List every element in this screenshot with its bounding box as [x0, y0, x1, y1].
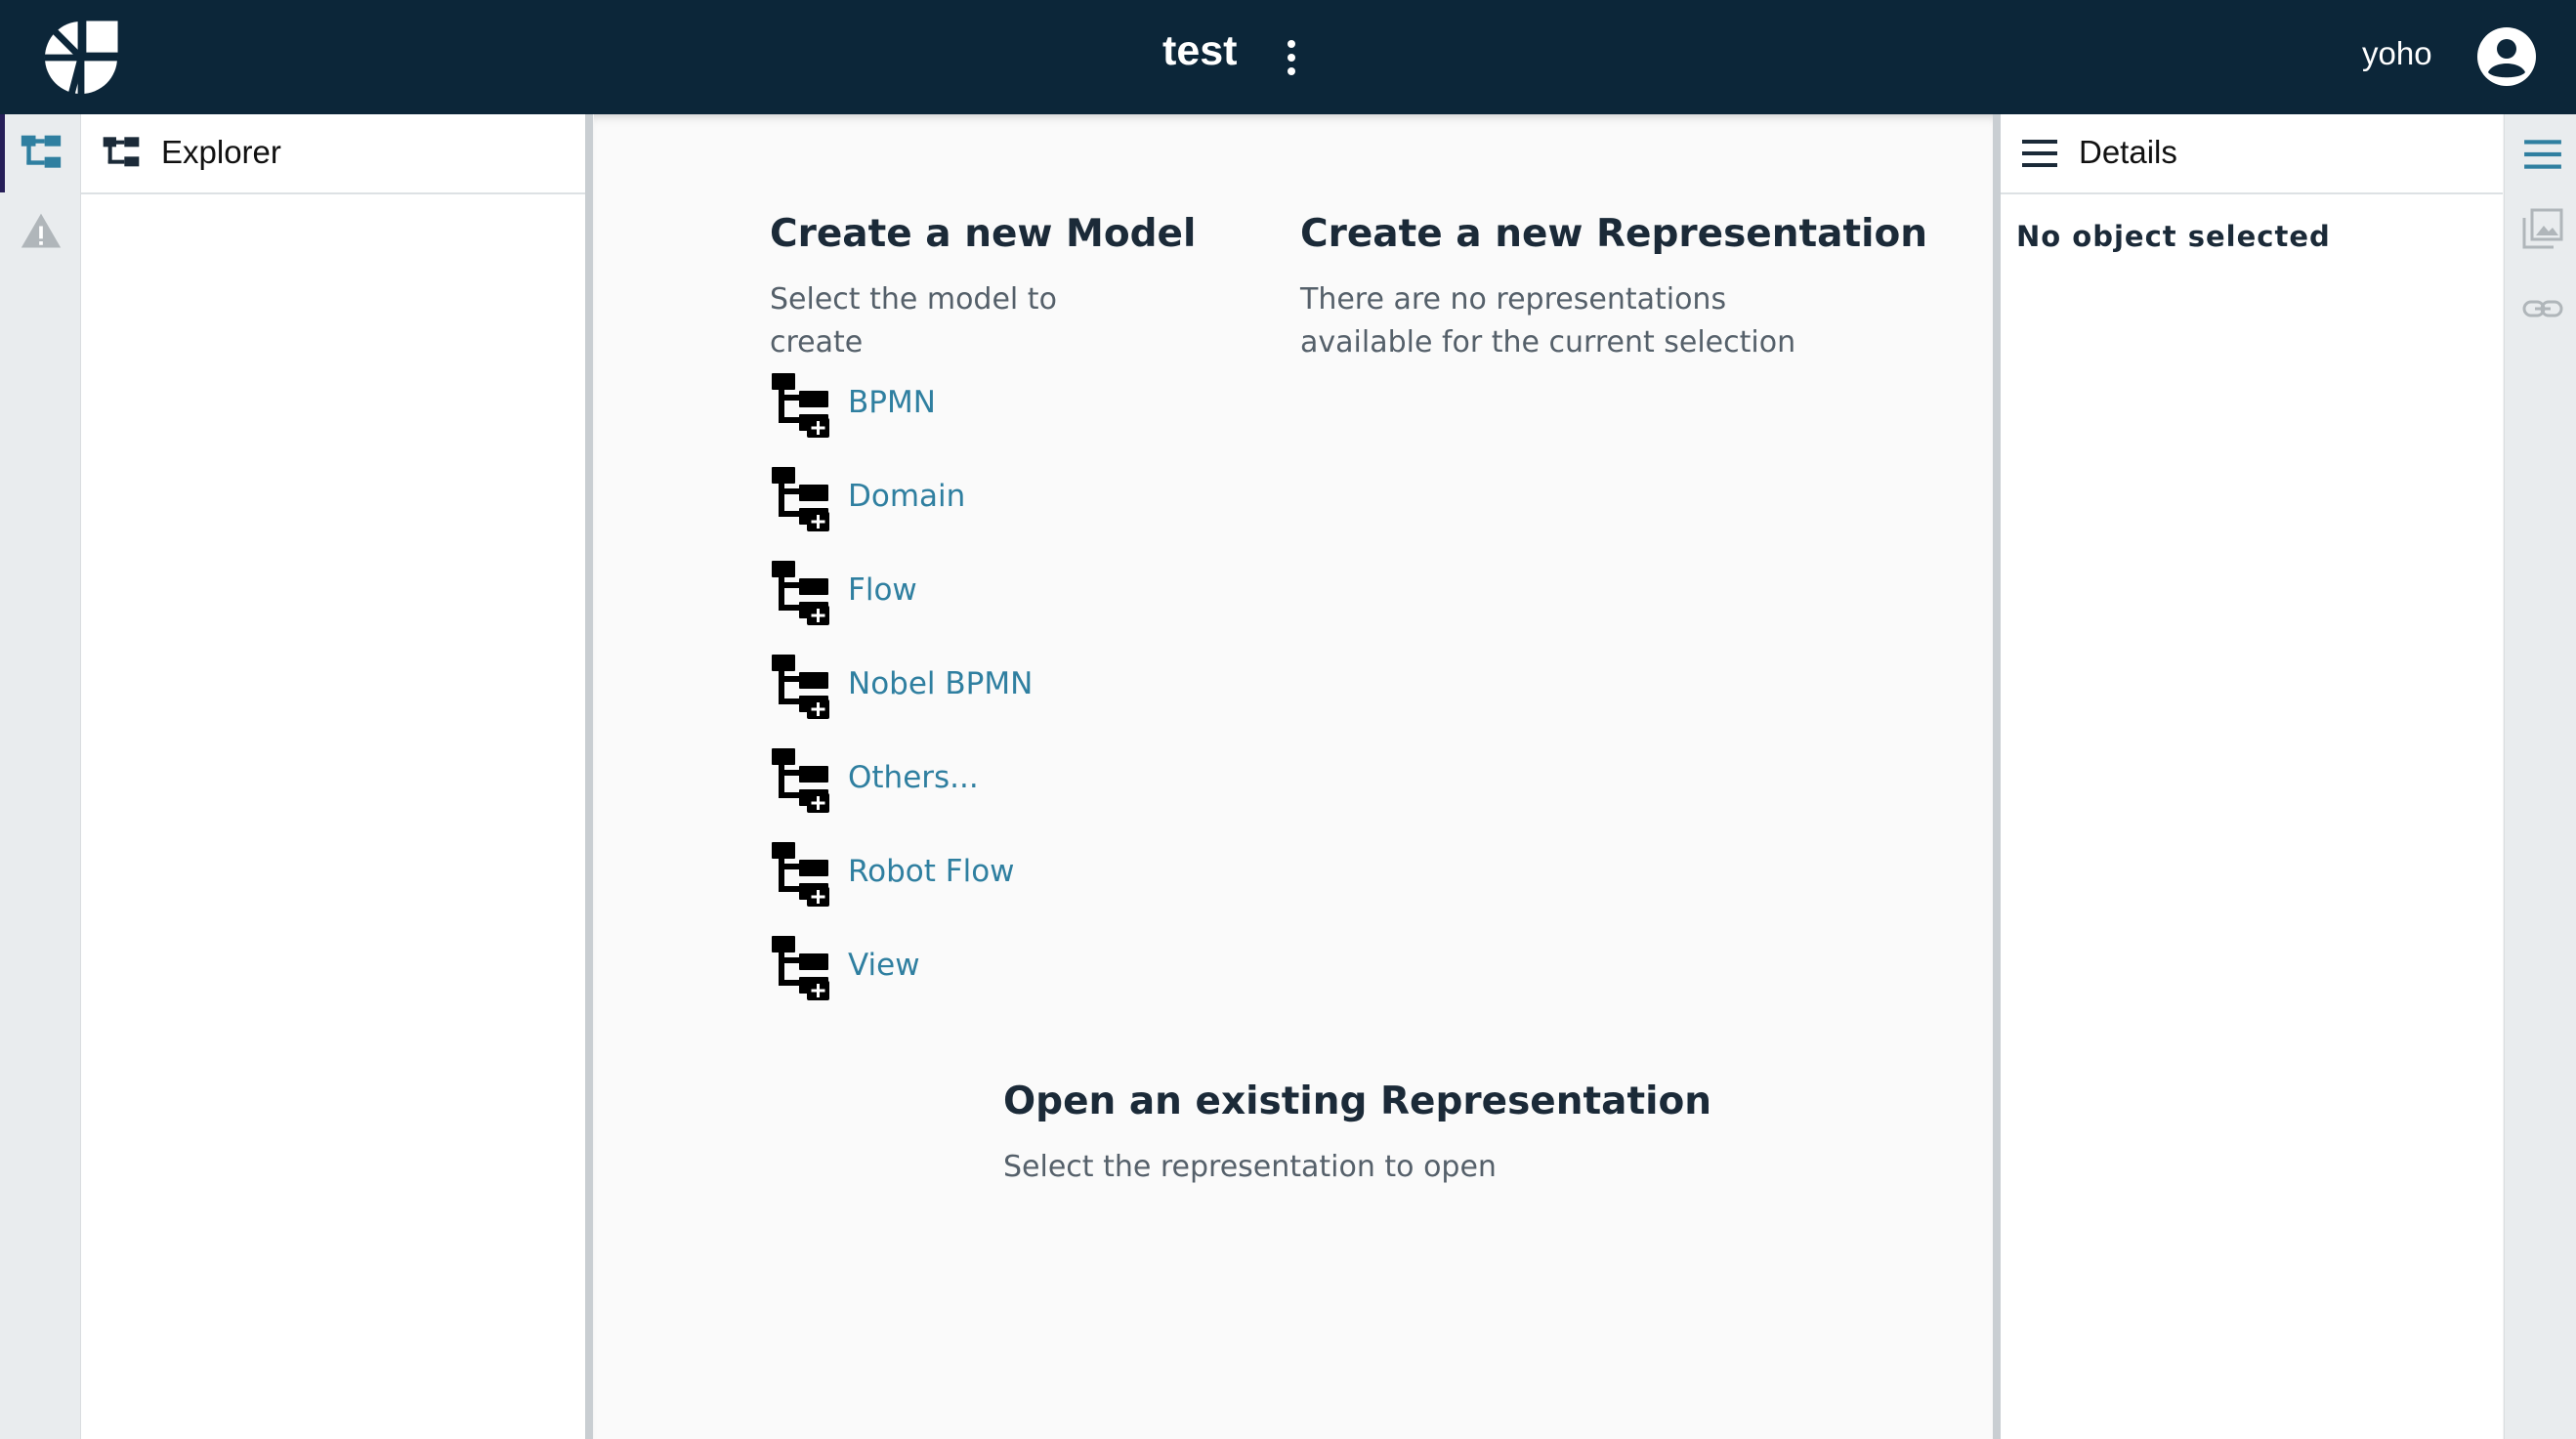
new-model-icon [770, 371, 830, 438]
new-model-label[interactable]: Domain [848, 479, 965, 514]
new-model-flow[interactable]: Flow [770, 559, 1161, 625]
new-model-bpmn[interactable]: BPMN [770, 371, 1161, 438]
new-model-nobel-bpmn[interactable]: Nobel BPMN [770, 653, 1161, 719]
create-representation-title: Create a new Representation [1300, 212, 1928, 256]
open-representation-subtitle: Select the representation to open [1003, 1150, 1497, 1184]
warning-icon[interactable] [20, 210, 63, 253]
new-model-icon [770, 653, 830, 719]
project-title: test [1162, 27, 1238, 74]
new-model-label[interactable]: BPMN [848, 385, 936, 420]
image-gallery-icon[interactable] [2522, 208, 2563, 249]
tree-icon[interactable] [20, 132, 63, 175]
new-model-label[interactable]: Robot Flow [848, 854, 1015, 889]
details-panel: Details No object selected [2001, 114, 2503, 1439]
left-splitter[interactable] [585, 114, 593, 1439]
username: yoho [2362, 35, 2432, 71]
right-sidebar-rail [2504, 114, 2576, 1439]
new-model-others[interactable]: Others... [770, 746, 1161, 813]
top-bar: test yoho [0, 0, 2576, 114]
new-model-label[interactable]: Nobel BPMN [848, 666, 1033, 701]
new-model-icon [770, 934, 830, 1000]
more-vertical-icon[interactable] [1280, 37, 1303, 78]
new-model-label[interactable]: Others... [848, 760, 979, 795]
create-model-subtitle: Select the model to create [770, 278, 1057, 364]
new-model-label[interactable]: View [848, 948, 920, 983]
create-representation-subtitle-line2: available for the current selection [1300, 325, 1796, 360]
no-selection-text: No object selected [2016, 220, 2331, 253]
active-indicator [0, 114, 5, 192]
new-model-icon [770, 559, 830, 625]
new-model-icon [770, 746, 830, 813]
create-model-subtitle-line2: create [770, 325, 864, 360]
left-sidebar-rail [0, 114, 81, 1439]
create-model-title: Create a new Model [770, 212, 1197, 256]
create-model-subtitle-line1: Select the model to [770, 282, 1057, 317]
details-title: Details [2079, 134, 2177, 170]
menu-icon [2022, 140, 2057, 167]
link-icon[interactable] [2522, 288, 2563, 329]
new-model-icon [770, 465, 830, 531]
new-model-robot-flow[interactable]: Robot Flow [770, 840, 1161, 907]
create-representation-subtitle: There are no representations available f… [1300, 278, 1795, 364]
tree-icon [101, 134, 142, 173]
new-model-icon [770, 840, 830, 907]
sirius-logo-icon[interactable] [43, 20, 119, 96]
explorer-header: Explorer [81, 114, 585, 194]
new-model-label[interactable]: Flow [848, 572, 917, 608]
new-model-view[interactable]: View [770, 934, 1161, 1000]
create-representation-subtitle-line1: There are no representations [1300, 282, 1727, 317]
main-onboard-area: Create a new Model Select the model to c… [594, 114, 1993, 1439]
details-header: Details [2001, 114, 2503, 194]
right-splitter[interactable] [1993, 114, 2001, 1439]
explorer-title: Explorer [161, 134, 281, 170]
explorer-panel: Explorer [81, 114, 585, 1439]
new-model-domain[interactable]: Domain [770, 465, 1161, 531]
open-representation-title: Open an existing Representation [1003, 1079, 1712, 1123]
menu-icon[interactable] [2522, 134, 2563, 175]
account-circle-icon[interactable] [2476, 26, 2537, 87]
